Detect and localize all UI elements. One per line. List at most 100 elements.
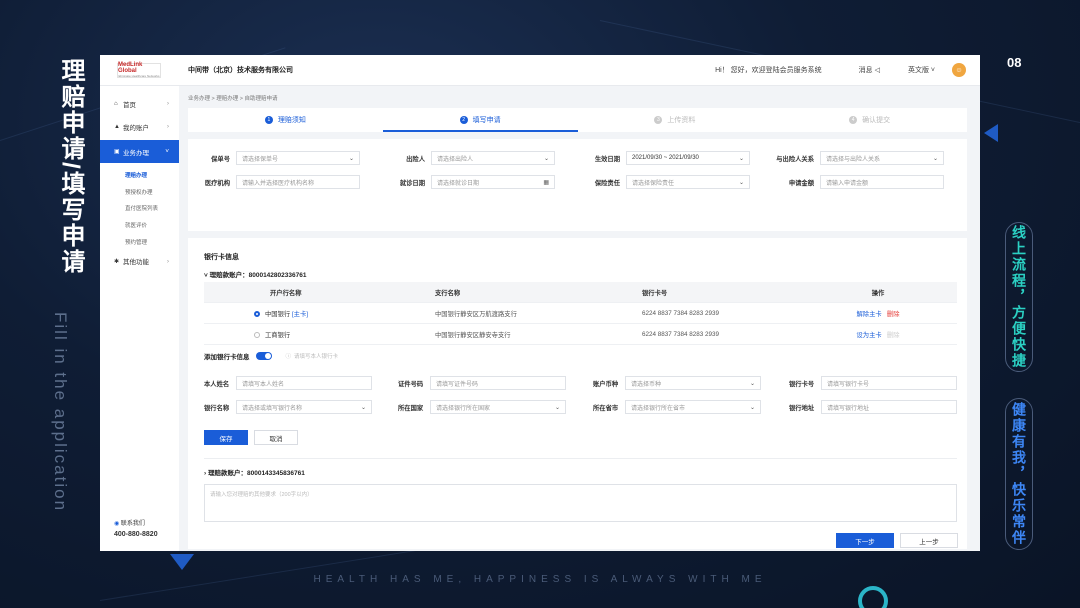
bank-table: 开户行名称 支行名称 银行卡号 操作 中国银行 [主卡] 中国银行静安区万航渡路… [204,282,957,345]
triangle-decoration [984,124,998,142]
user-icon: ▲ [114,123,120,130]
footer-slogan: HEALTH HAS ME, HAPPINESS IS ALWAYS WITH … [313,574,767,585]
country-select[interactable]: 请选择银行所在国家 [430,400,566,414]
next-button[interactable]: 下一步 [836,533,894,548]
amount-input[interactable]: 请输入申请金额 [820,175,944,189]
remark-textarea[interactable]: 请输入您对理赔的其他要求（200字以内） [204,484,957,522]
phone-icon: ◉ [114,521,120,527]
card-no-label: 银行卡号 [789,380,815,388]
sidebar-sub-preauth[interactable]: 预授权办理 [100,184,179,201]
name-input[interactable]: 请填写本人姓名 [236,376,372,390]
sidebar-sub-appointment[interactable]: 预约管理 [100,233,179,250]
address-input[interactable]: 请填写银行地址 [821,400,957,414]
policy-label: 保单号 [211,155,230,163]
province-select[interactable]: 请选择银行所在省市 [625,400,761,414]
set-primary-link[interactable]: 设为主卡 [856,332,881,339]
step-3: 3 上传资料 [578,108,773,132]
section-title: 银行卡信息 [204,254,239,261]
add-card-hint: 请填写本人银行卡 [294,354,339,360]
sidebar-item-business[interactable]: ▣ 业务办理 ˅ [100,140,179,163]
bank-name-label: 银行名称 [204,404,230,412]
currency-label: 账户币种 [593,380,619,388]
sidebar-sub-claim[interactable]: 理赔办理 [100,167,179,184]
effective-date-picker[interactable]: 2021/09/30 ~ 2021/09/30 [626,151,750,165]
policy-select[interactable]: 请选择保单号 [236,151,360,165]
brand-logo[interactable]: MedLink Global Eliminate Healthcare Netwo… [117,62,161,78]
slide-title: 理赔申请/填写申请 [57,58,84,275]
chevron-right-icon: › [166,100,169,107]
contact-label: 联系我们 [120,521,145,527]
step-4: 4 确认提交 [772,108,967,132]
insured-label: 出险人 [406,155,425,163]
table-row: 中国银行 [主卡] 中国银行静安区万航渡路支行 6224 8837 7384 8… [204,303,957,324]
table-header: 开户行名称 支行名称 银行卡号 操作 [204,282,957,303]
card-no-input[interactable]: 请填写银行卡号 [821,376,957,390]
step-2: 2 填写申请 [382,108,578,132]
company-name: 中间带（北京）技术服务有限公司 [188,67,293,74]
language-switch[interactable]: 英文版 ˅ [908,65,935,75]
add-card-toggle[interactable] [255,352,272,360]
primary-tag: [主卡] [291,310,309,318]
contact-phone: 400-880-8820 [114,531,158,538]
institution-input[interactable]: 请输入并选择医疗机构名称 [236,175,360,189]
sidebar-item-account[interactable]: ▲ 我的账户 › [100,115,179,138]
contact-block: ◉ 联系我们 400-880-8820 [114,518,158,538]
col-branch: 支行名称 [435,289,461,297]
currency-select[interactable]: 请选择币种 [625,376,761,390]
top-bar: MedLink Global Eliminate Healthcare Netwo… [100,55,980,86]
coverage-select[interactable]: 请选择保险责任 [626,175,750,189]
id-label: 证件号码 [398,380,424,388]
bank-name-select[interactable]: 请选择或填写银行名称 [236,400,372,414]
card-number: 6224 8837 7384 8283 2939 [642,309,720,317]
delete-link[interactable]: 删除 [887,311,900,318]
delete-link[interactable]: 删除 [887,332,900,339]
unset-primary-link[interactable]: 解除主卡 [856,311,881,318]
primary-radio[interactable] [254,310,260,317]
briefcase-icon: ▣ [114,149,120,155]
col-bank: 开户行名称 [270,289,302,297]
sidebar-sub-review[interactable]: 就医评价 [100,217,179,234]
ring-decoration [858,586,888,608]
visit-date-picker[interactable]: 请选择就诊日期 ▦ [431,175,555,189]
coverage-label: 保险责任 [594,179,620,187]
province-label: 所在省市 [593,404,619,412]
primary-radio[interactable] [254,331,260,338]
visit-date-label: 就诊日期 [399,179,425,187]
welcome-text: Hi！ 您好，欢迎登陆会员服务系统 [715,67,822,74]
chevron-down-icon: ˅ [165,148,169,155]
divider [204,458,957,459]
cancel-button[interactable]: 取消 [254,430,298,445]
relation-label: 与出险人关系 [776,155,814,163]
breadcrumb: 业务办理 > 理赔办理 > 自助理赔申请 [188,96,278,102]
bank-name: 工商银行 [265,331,291,339]
right-tag-online: 线上流程，方便快捷 [1005,222,1033,372]
sidebar-sub-hospitals[interactable]: 直付医院列表 [100,200,179,217]
gear-icon: ✱ [114,258,120,265]
institution-label: 医疗机构 [204,179,230,187]
insured-select[interactable]: 请选择出险人 [431,151,555,165]
app-window: MedLink Global Eliminate Healthcare Netwo… [100,55,980,551]
sidebar-item-other[interactable]: ✱ 其他功能 › [100,250,179,273]
account-1-toggle[interactable]: ˅ 理赔款账户：8000142802336761 [204,269,306,279]
country-label: 所在国家 [398,404,424,412]
home-icon: ⌂ [114,100,118,107]
id-input[interactable]: 请填写证件号码 [430,376,566,390]
chevron-right-icon: › [166,123,169,130]
sidebar-item-home[interactable]: ⌂ 首页 › [100,92,179,115]
address-label: 银行地址 [789,404,815,412]
add-card-label: 添加银行卡信息 [204,354,250,361]
relation-select[interactable]: 请选择与出险人关系 [820,151,944,165]
amount-label: 申请金额 [788,179,814,187]
account-2-toggle[interactable]: › 理赔款账户：8000143345836761 [204,467,305,477]
save-button[interactable]: 保存 [204,430,248,445]
page-number: 08 [1007,55,1022,70]
right-tag-health: 健康有我，快乐常伴 [1005,398,1033,550]
prev-button[interactable]: 上一步 [900,533,958,548]
col-card: 银行卡号 [642,289,668,297]
messages-link[interactable]: 消息 ◁ [859,65,880,75]
step-indicator: 1 理赔须知 2 填写申请 3 上传资料 4 确认提交 [188,108,967,132]
col-action: 操作 [871,289,885,297]
user-avatar-icon[interactable]: ☺ [952,63,966,77]
branch-name: 中国银行静安区静安寺支行 [435,331,511,339]
main-content: 业务办理 > 理赔办理 > 自助理赔申请 1 理赔须知 2 填写申请 3 上传资料 4… [179,86,980,551]
